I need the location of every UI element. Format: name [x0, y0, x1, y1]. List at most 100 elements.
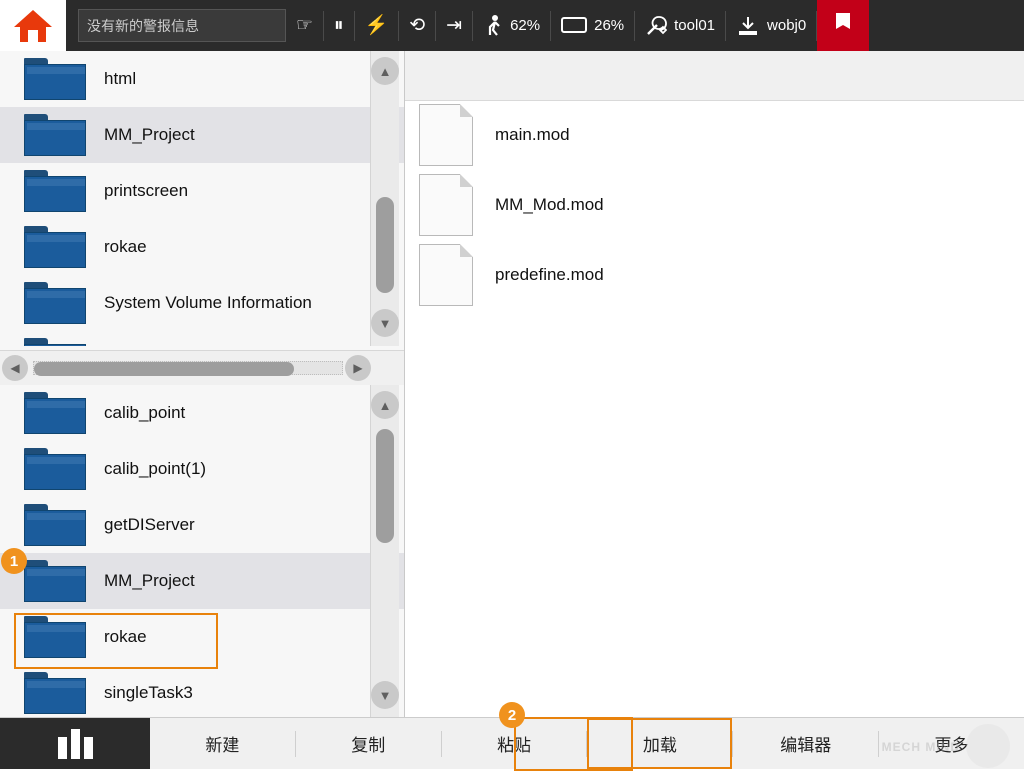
editor-button-label: 编辑器: [780, 731, 831, 756]
app-menu-icon: [58, 729, 93, 759]
file-icon: [419, 244, 473, 306]
runner-icon: [483, 14, 503, 38]
list-item-partial[interactable]: [0, 331, 404, 346]
list-item[interactable]: html: [0, 51, 404, 107]
list-item-label: rokae: [104, 237, 147, 257]
folder-icon: [24, 282, 86, 324]
file-list-item[interactable]: main.mod: [405, 100, 1024, 170]
list-item-label: MM_Project: [104, 571, 195, 591]
new-button-label: 新建: [205, 731, 239, 756]
folder-icon: [24, 114, 86, 156]
upper-folder-list[interactable]: html MM_Project printscreen rokae System…: [0, 51, 404, 346]
file-icon: [419, 174, 473, 236]
list-item[interactable]: MM_Project: [0, 107, 404, 163]
chevron-down-icon: ▼: [379, 316, 392, 331]
speed-value: 62%: [510, 17, 540, 34]
list-item[interactable]: rokae: [0, 609, 404, 665]
copy-button-label: 复制: [351, 731, 385, 756]
app-menu-button[interactable]: [0, 718, 150, 769]
wobj-selector[interactable]: wobj0: [726, 0, 816, 51]
list-item-label: html: [104, 69, 136, 89]
load-button-label: 加载: [643, 731, 677, 756]
tool-selector[interactable]: tool01: [635, 0, 725, 51]
new-button[interactable]: 新建: [150, 718, 295, 769]
step-forward-button[interactable]: ⇥: [436, 0, 472, 51]
horizontal-scroll-thumb[interactable]: [34, 362, 294, 376]
home-icon: [12, 8, 54, 44]
scroll-thumb[interactable]: [376, 429, 394, 543]
list-item[interactable]: System Volume Information: [0, 275, 404, 331]
folder-icon: [24, 170, 86, 212]
chevron-left-icon: ◀: [10, 361, 19, 375]
globe-icon: [966, 724, 1010, 768]
lower-folder-list[interactable]: calib_point calib_point(1) getDIServer M…: [0, 385, 404, 717]
chevron-down-icon: ▼: [379, 688, 392, 703]
chevron-right-icon: ▶: [353, 361, 362, 375]
speed-indicator[interactable]: 62%: [473, 0, 550, 51]
scroll-down-button[interactable]: ▼: [371, 309, 399, 337]
alarm-message-box[interactable]: 没有新的警报信息: [78, 9, 286, 42]
top-status-bar: 没有新的警报信息 ☞ ⏸ ⚡ ⟲ ⇥ 62% 26% too: [0, 0, 1024, 51]
horizontal-scroll-track[interactable]: [33, 361, 343, 375]
upper-vertical-scrollbar[interactable]: ▲ ▼: [370, 51, 399, 346]
folder-icon: [24, 672, 86, 714]
chevron-up-icon: ▲: [379, 398, 392, 413]
file-list-header: [405, 51, 1024, 101]
scroll-up-button[interactable]: ▲: [371, 57, 399, 85]
folder-icon: [24, 616, 86, 658]
file-list-item[interactable]: MM_Mod.mod: [405, 170, 1024, 240]
list-item-label: MM_Project: [104, 125, 195, 145]
annotation-number: 2: [508, 707, 516, 724]
list-item[interactable]: rokae: [0, 219, 404, 275]
monitor-icon: [561, 16, 587, 36]
folder-icon: [24, 338, 86, 346]
list-item-label: calib_point(1): [104, 459, 206, 479]
list-item-label: singleTask3: [104, 683, 193, 703]
copy-button[interactable]: 复制: [296, 718, 441, 769]
list-item[interactable]: calib_point(1): [0, 441, 404, 497]
wobj-label: wobj0: [767, 17, 806, 34]
wrench-icon: [645, 15, 667, 37]
pause-button[interactable]: ⏸: [324, 0, 354, 51]
list-item[interactable]: calib_point: [0, 385, 404, 441]
scroll-up-button[interactable]: ▲: [371, 391, 399, 419]
list-item[interactable]: singleTask3: [0, 665, 404, 717]
home-button[interactable]: [0, 0, 66, 51]
list-item-mm-project[interactable]: MM_Project: [0, 553, 404, 609]
list-item[interactable]: getDIServer: [0, 497, 404, 553]
hand-button[interactable]: ☞: [286, 0, 323, 51]
payload-icon: [736, 15, 760, 37]
hand-icon: ☞: [296, 16, 313, 35]
list-item-label: System Volume Information: [104, 293, 312, 313]
lightning-icon: ⚡: [365, 16, 389, 35]
loop-mode-button[interactable]: ⟲: [399, 0, 435, 51]
scroll-thumb[interactable]: [376, 197, 394, 293]
folder-browser-pane: html MM_Project printscreen rokae System…: [0, 51, 405, 717]
emergency-flag-button[interactable]: [817, 0, 869, 51]
folder-icon: [24, 226, 86, 268]
file-list-pane: main.mod MM_Mod.mod predefine.mod: [405, 51, 1024, 717]
editor-button[interactable]: 编辑器: [733, 718, 878, 769]
flag-icon: [832, 11, 854, 41]
annotation-badge-2: 2: [499, 702, 525, 728]
load-button[interactable]: 加载: [587, 718, 732, 769]
file-list-item[interactable]: predefine.mod: [405, 240, 1024, 310]
file-icon: [419, 104, 473, 166]
main-content: html MM_Project printscreen rokae System…: [0, 51, 1024, 717]
list-item-label: rokae: [104, 627, 147, 647]
list-item[interactable]: printscreen: [0, 163, 404, 219]
scroll-down-button[interactable]: ▼: [371, 681, 399, 709]
chevron-up-icon: ▲: [379, 64, 392, 79]
list-item-label: printscreen: [104, 181, 188, 201]
lower-vertical-scrollbar[interactable]: ▲ ▼: [370, 385, 399, 717]
power-button[interactable]: ⚡: [355, 0, 399, 51]
scroll-left-button[interactable]: ◀: [2, 355, 28, 381]
horizontal-scrollbar[interactable]: ◀ ▶: [0, 350, 404, 386]
scroll-right-button[interactable]: ▶: [345, 355, 371, 381]
alarm-message-text: 没有新的警报信息: [87, 16, 199, 36]
annotation-badge-1: 1: [1, 548, 27, 574]
load-indicator[interactable]: 26%: [551, 0, 634, 51]
tool-label: tool01: [674, 17, 715, 34]
list-item-label: calib_point: [104, 403, 185, 423]
step-forward-icon: ⇥: [446, 16, 462, 35]
